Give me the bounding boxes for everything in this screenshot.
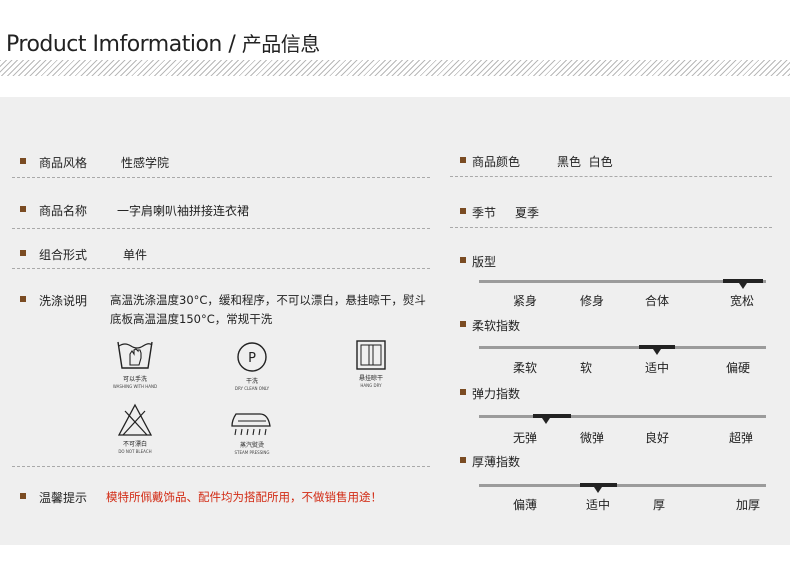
page-title: Product Imformation / 产品信息 xyxy=(6,28,320,57)
bullet-icon xyxy=(460,389,466,395)
hand-wash-caption-en: WASHING WITH HAND xyxy=(112,384,158,389)
thickness-scale-label: 厚薄指数 xyxy=(472,455,521,469)
steam-iron-caption: 蒸汽熨烫 xyxy=(239,442,264,449)
bullet-icon xyxy=(20,206,26,212)
no-bleach-care: 不可漂白 DO NOT BLEACH xyxy=(95,403,175,455)
hang-dry-caption: 悬挂晾干 xyxy=(358,375,383,382)
no-bleach-caption-en: DO NOT BLEACH xyxy=(118,449,152,454)
svg-text:P: P xyxy=(248,351,256,366)
divider xyxy=(12,177,430,178)
elasticity-scale-bar xyxy=(479,414,766,424)
steam-iron-icon xyxy=(231,413,271,436)
header-stripe-divider xyxy=(0,60,790,76)
bullet-icon xyxy=(20,493,26,499)
elasticity-scale-selected-segment xyxy=(533,414,571,418)
title-cn: 产品信息 xyxy=(241,32,321,56)
color-value: 黑色 白色 xyxy=(557,155,613,169)
thickness-scale-tick: 偏薄 xyxy=(512,498,538,512)
softness-scale-tick: 柔软 xyxy=(512,361,538,375)
divider xyxy=(450,227,772,228)
combo-value: 单件 xyxy=(123,248,148,262)
bullet-icon xyxy=(20,296,26,302)
name-value: 一字肩喇叭袖拼接连衣裙 xyxy=(117,204,250,218)
dry-clean-care: P 干洗 DRY CLEAN ONLY xyxy=(212,340,292,392)
divider xyxy=(12,268,430,269)
hand-wash-care: 可以手洗 WASHING WITH HAND xyxy=(95,338,175,390)
divider xyxy=(450,176,772,177)
fit-scale-label: 版型 xyxy=(472,255,497,269)
style-value: 性感学院 xyxy=(121,156,170,170)
thickness-scale-tick: 加厚 xyxy=(735,498,761,512)
softness-scale-tick: 软 xyxy=(579,361,593,375)
wash-label: 洗涤说明 xyxy=(39,294,88,308)
title-separator: / xyxy=(221,32,242,57)
wash-text-line1: 高温洗涤温度30°C，缓和程序，不可以漂白，悬挂晾干，熨斗 xyxy=(110,293,426,307)
name-label: 商品名称 xyxy=(39,204,88,218)
hand-wash-caption: 可以手洗 xyxy=(122,376,147,383)
hang-dry-care: 悬挂晾干 HANG DRY xyxy=(332,339,410,389)
bullet-icon xyxy=(20,250,26,256)
elasticity-scale-tick: 良好 xyxy=(644,431,670,445)
dry-clean-caption-en: DRY CLEAN ONLY xyxy=(234,386,270,391)
style-label: 商品风格 xyxy=(39,156,88,170)
thickness-scale-pointer-icon xyxy=(594,487,602,493)
tip-value: 模特所佩戴饰品、配件均为搭配所用，不做销售用途！ xyxy=(106,490,382,504)
steam-iron-caption-en: STEAM PRESSING xyxy=(234,450,270,455)
elasticity-scale-tick: 无弹 xyxy=(512,431,538,445)
dry-clean-icon: P xyxy=(237,342,267,372)
thickness-scale-bar xyxy=(479,483,766,493)
steam-iron-care: 蒸汽熨烫 STEAM PRESSING xyxy=(212,408,292,456)
fit-scale-tick: 合体 xyxy=(644,294,670,308)
softness-scale-label: 柔软指数 xyxy=(472,319,521,333)
bullet-icon xyxy=(460,157,466,163)
elasticity-scale-tick: 微弹 xyxy=(579,431,605,445)
bullet-icon xyxy=(20,158,26,164)
softness-scale-tick: 偏硬 xyxy=(725,361,751,375)
dry-clean-caption: 干洗 xyxy=(245,378,258,385)
season-label: 季节 xyxy=(472,206,497,220)
no-bleach-caption: 不可漂白 xyxy=(122,441,147,448)
color-label: 商品颜色 xyxy=(472,155,521,169)
divider xyxy=(12,228,430,229)
elasticity-scale-label: 弹力指数 xyxy=(472,387,521,401)
combo-label: 组合形式 xyxy=(39,248,88,262)
thickness-scale-tick: 厚 xyxy=(652,498,666,512)
fit-scale-tick: 紧身 xyxy=(512,294,538,308)
hang-dry-icon xyxy=(356,340,386,370)
season-value: 夏季 xyxy=(515,206,540,220)
elasticity-scale-pointer-icon xyxy=(542,418,550,424)
divider xyxy=(12,466,430,467)
wash-text-line2: 底板高温温度150°C，常规干洗 xyxy=(110,312,273,326)
fit-scale-bar xyxy=(479,279,766,289)
fit-scale-pointer-icon xyxy=(739,283,747,289)
bullet-icon xyxy=(460,457,466,463)
softness-scale-pointer-icon xyxy=(653,349,661,355)
tip-label: 温馨提示 xyxy=(39,491,88,505)
no-bleach-icon xyxy=(117,403,153,436)
title-en: Product Imformation xyxy=(6,32,222,57)
hang-dry-caption-en: HANG DRY xyxy=(360,383,382,388)
thickness-scale-tick: 适中 xyxy=(585,498,611,512)
hand-wash-icon xyxy=(117,341,153,369)
fit-scale-tick: 宽松 xyxy=(729,294,755,308)
elasticity-scale-tick: 超弹 xyxy=(728,431,754,445)
fit-scale-tick: 修身 xyxy=(579,294,605,308)
softness-scale-bar xyxy=(479,345,766,355)
softness-scale-tick: 适中 xyxy=(644,361,670,375)
bullet-icon xyxy=(460,257,466,263)
bullet-icon xyxy=(460,321,466,327)
bullet-icon xyxy=(460,208,466,214)
